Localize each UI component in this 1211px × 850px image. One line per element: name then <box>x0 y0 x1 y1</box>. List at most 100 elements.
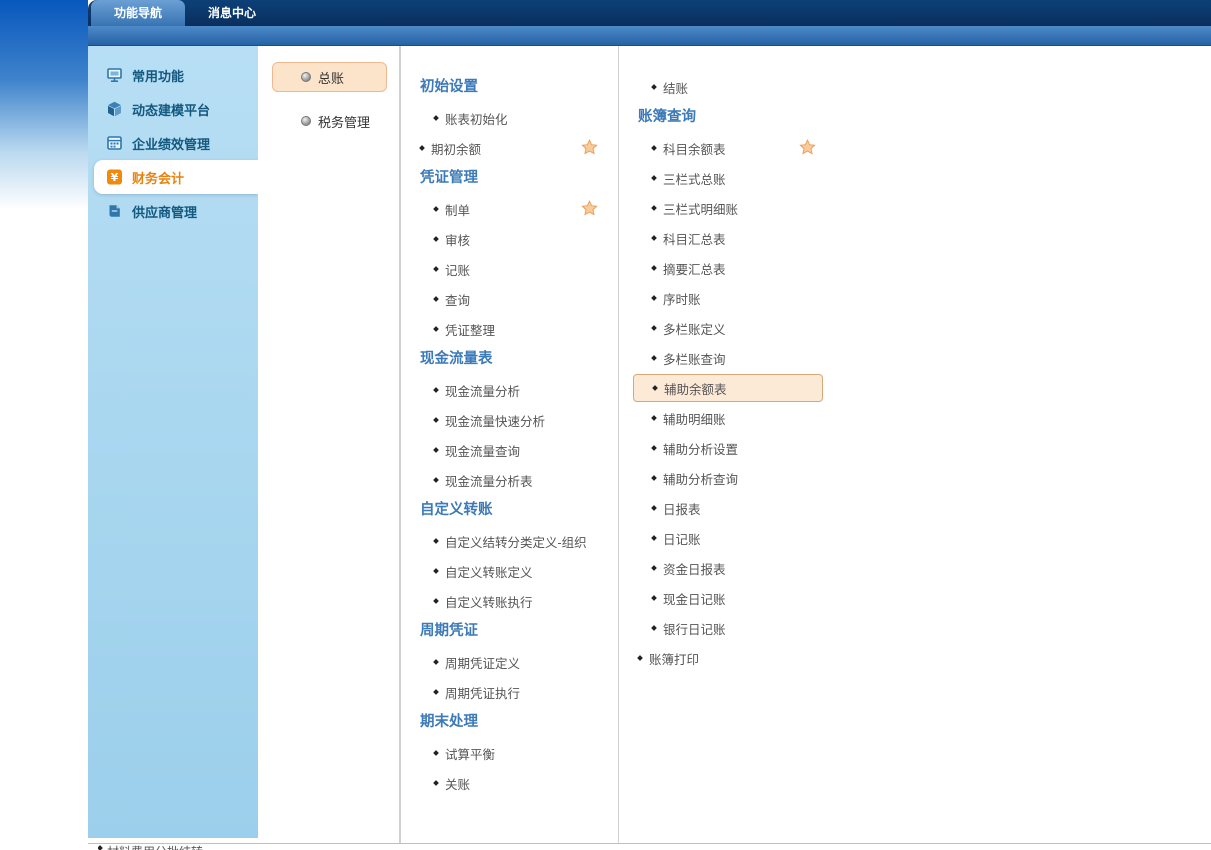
left-gradient-strip <box>0 0 88 210</box>
bullet-icon <box>433 387 439 393</box>
menu-item[interactable]: 科目余额表 <box>619 133 868 163</box>
menu-item-label: 自定义转账执行 <box>445 592 533 611</box>
menu-item[interactable]: 期初余额 <box>401 133 618 163</box>
menu-item-label: 摘要汇总表 <box>663 259 726 278</box>
menu-item[interactable]: 银行日记账 <box>619 613 868 643</box>
sidebar-item-label: 动态建模平台 <box>132 100 210 119</box>
menu-item-label: 审核 <box>445 230 470 249</box>
menu-item[interactable]: 现金流量分析 <box>401 375 618 405</box>
favorite-star-icon[interactable] <box>799 139 816 156</box>
bullet-icon <box>433 206 439 212</box>
tab-message-center[interactable]: 消息中心 <box>185 0 279 26</box>
menu-item-label: 辅助分析查询 <box>663 469 738 488</box>
favorite-star-icon[interactable] <box>581 139 598 156</box>
sidebar-item[interactable]: 企业绩效管理 <box>88 126 258 160</box>
sidebar-item-label: 企业绩效管理 <box>132 134 210 153</box>
bullet-icon <box>651 625 657 631</box>
menu-item-label: 日记账 <box>663 529 701 548</box>
bullet-icon <box>433 538 439 544</box>
book-icon <box>106 203 124 219</box>
menu-item[interactable]: 制单 <box>401 194 618 224</box>
menu-item[interactable]: 辅助分析设置 <box>619 433 868 463</box>
menu-item[interactable]: 三栏式总账 <box>619 163 868 193</box>
sidebar-item-label: 供应商管理 <box>132 202 197 221</box>
menu-item-label: 辅助明细账 <box>663 409 726 428</box>
menu-item-label: 多栏账定义 <box>663 319 726 338</box>
bullet-icon <box>651 84 657 90</box>
bullet-icon <box>651 295 657 301</box>
menu-item[interactable]: 审核 <box>401 224 618 254</box>
menu-item-label: 科目余额表 <box>663 139 726 158</box>
menu-item-label: 试算平衡 <box>445 744 495 763</box>
bullet-icon <box>651 205 657 211</box>
sidebar-item[interactable]: 动态建模平台 <box>88 92 258 126</box>
bullet-icon <box>651 235 657 241</box>
menu-item[interactable]: 自定义结转分类定义-组织 <box>401 526 618 556</box>
menu-item[interactable]: 结账 <box>619 72 868 102</box>
menu-item[interactable]: 凭证整理 <box>401 314 618 344</box>
sidebar: 常用功能动态建模平台企业绩效管理 ¥ 财务会计供应商管理 <box>88 46 258 838</box>
menu-item[interactable]: 查询 <box>401 284 618 314</box>
menu-group-header: 凭证管理 <box>401 163 618 194</box>
bullet-icon <box>651 445 657 451</box>
sidebar-item[interactable]: 供应商管理 <box>88 194 258 228</box>
menu-item-label: 银行日记账 <box>663 619 726 638</box>
menu-item-label: 结账 <box>663 78 688 97</box>
menu-item-label: 多栏账查询 <box>663 349 726 368</box>
menu-group-header: 周期凭证 <box>401 616 618 647</box>
menu-item[interactable]: 现金日记账 <box>619 583 868 613</box>
bullet-icon <box>651 535 657 541</box>
module-item[interactable]: 总账 <box>272 62 387 92</box>
menu-item-label: 三栏式总账 <box>663 169 726 188</box>
radio-icon <box>301 116 311 126</box>
menu-item-label: 序时账 <box>663 289 701 308</box>
module-item[interactable]: 税务管理 <box>272 106 387 136</box>
menu-item[interactable]: 日记账 <box>619 523 868 553</box>
bullet-icon <box>433 689 439 695</box>
menu-item[interactable]: 辅助明细账 <box>619 403 868 433</box>
bullet-icon <box>433 296 439 302</box>
menu-group-header: 账簿查询 <box>619 102 868 133</box>
menu-item[interactable]: 辅助余额表 <box>633 374 823 402</box>
menu-item-label: 制单 <box>445 200 470 219</box>
menu-item[interactable]: 记账 <box>401 254 618 284</box>
menu-item[interactable]: 科目汇总表 <box>619 223 868 253</box>
bullet-icon <box>433 115 439 121</box>
bullet-icon <box>651 505 657 511</box>
svg-text:¥: ¥ <box>111 171 119 184</box>
grid-icon <box>106 135 124 151</box>
menu-item[interactable]: 周期凭证定义 <box>401 647 618 677</box>
bullet-icon <box>433 568 439 574</box>
menu-item[interactable]: 日报表 <box>619 493 868 523</box>
menu-item[interactable]: 序时账 <box>619 283 868 313</box>
menu-item-label: 自定义转账定义 <box>445 562 533 581</box>
menu-item-label: 日报表 <box>663 499 701 518</box>
menu-item[interactable]: 自定义转账定义 <box>401 556 618 586</box>
menu-item[interactable]: 多栏账定义 <box>619 313 868 343</box>
menu-column-1: 初始设置账表初始化期初余额凭证管理制单审核记账查询凭证整理现金流量表现金流量分析… <box>400 46 618 843</box>
bullet-icon <box>651 355 657 361</box>
menu-item[interactable]: 多栏账查询 <box>619 343 868 373</box>
bullet-icon <box>98 845 103 850</box>
bullet-icon <box>433 417 439 423</box>
menu-item[interactable]: 账表初始化 <box>401 103 618 133</box>
favorite-star-icon[interactable] <box>581 200 598 217</box>
sidebar-item-label: 财务会计 <box>132 168 184 187</box>
menu-item[interactable]: 自定义转账执行 <box>401 586 618 616</box>
menu-item-label: 现金日记账 <box>663 589 726 608</box>
menu-item[interactable]: 辅助分析查询 <box>619 463 868 493</box>
sidebar-item[interactable]: 常用功能 <box>88 58 258 92</box>
menu-item[interactable]: 关账 <box>401 768 618 798</box>
bullet-icon <box>433 326 439 332</box>
menu-item[interactable]: 资金日报表 <box>619 553 868 583</box>
menu-item[interactable]: 三栏式明细账 <box>619 193 868 223</box>
menu-item[interactable]: 账簿打印 <box>619 643 868 673</box>
menu-item[interactable]: 现金流量分析表 <box>401 465 618 495</box>
menu-item[interactable]: 现金流量查询 <box>401 435 618 465</box>
menu-item[interactable]: 摘要汇总表 <box>619 253 868 283</box>
menu-item[interactable]: 周期凭证执行 <box>401 677 618 707</box>
tab-function-navigation[interactable]: 功能导航 <box>91 0 185 26</box>
menu-item[interactable]: 现金流量快速分析 <box>401 405 618 435</box>
menu-item[interactable]: 试算平衡 <box>401 738 618 768</box>
sidebar-item[interactable]: ¥ 财务会计 <box>94 160 258 194</box>
